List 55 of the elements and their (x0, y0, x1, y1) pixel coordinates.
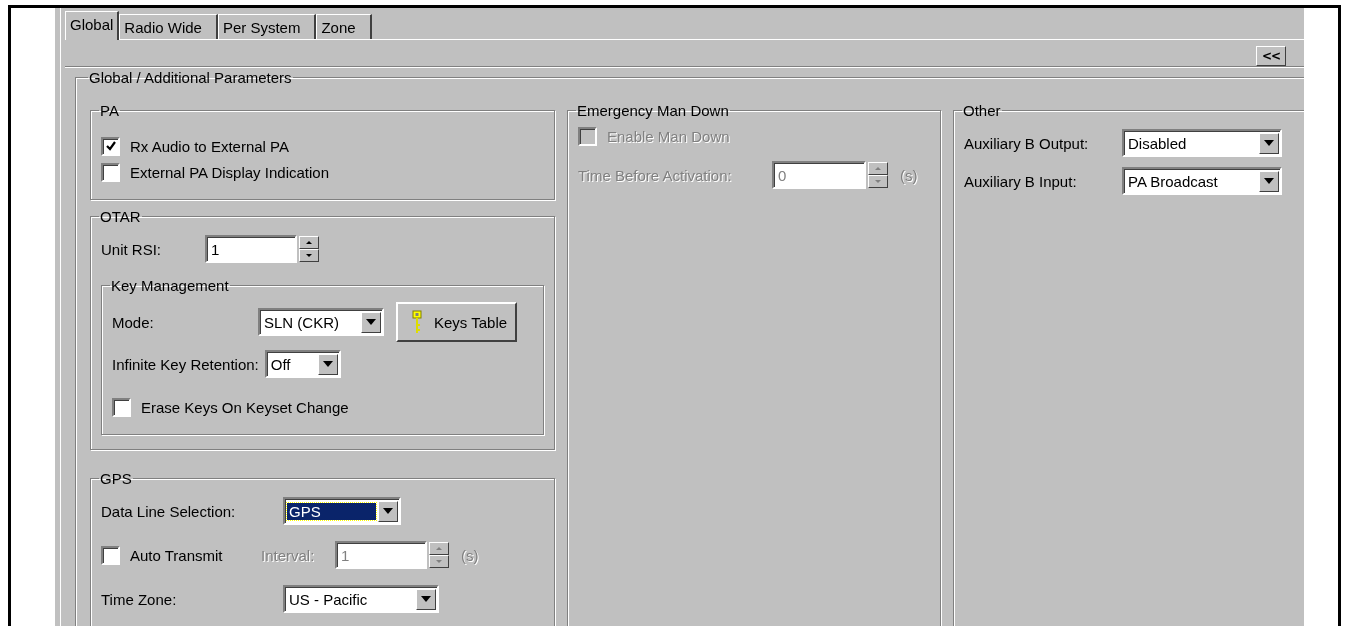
number-field[interactable]: 1 (205, 235, 297, 263)
dropdown[interactable]: PA Broadcast (1122, 167, 1282, 195)
dropdown-arrow-icon (322, 361, 333, 367)
field-label: Auxiliary B Output: (964, 134, 1090, 152)
spin-up-button[interactable] (299, 236, 319, 249)
up-arrow-icon (875, 167, 881, 170)
dropdown[interactable]: Off (264, 350, 341, 378)
field-label: Unit RSI: (101, 240, 162, 258)
collapse-button[interactable]: << (1255, 46, 1286, 66)
field-label: Time Zone: (101, 590, 178, 608)
check-mark-icon (105, 141, 116, 151)
group-title: Emergency Man Down (576, 102, 730, 119)
dropdown[interactable]: GPS (283, 497, 401, 525)
tab[interactable]: Radio Wide (119, 14, 218, 39)
key-icon (412, 310, 422, 334)
checkbox[interactable]: Auto Transmit (101, 542, 255, 568)
dropdown-arrow-icon (1264, 140, 1274, 146)
down-arrow-icon (875, 180, 881, 183)
dropdown[interactable]: US - Pacific (283, 585, 439, 613)
group-title: Key Management (110, 277, 230, 294)
checkbox[interactable]: Rx Audio to External PA (101, 133, 544, 159)
dropdown[interactable]: SLN (CKR) (258, 308, 384, 336)
field-label: Infinite Key Retention: (112, 355, 259, 373)
spin-down-button[interactable] (429, 555, 449, 568)
group-title: PA (99, 102, 120, 119)
unit-label: (s) (900, 166, 918, 184)
keys-table-button[interactable]: Keys Table (396, 302, 518, 342)
up-arrow-icon (436, 547, 442, 550)
spin-up-button[interactable] (429, 542, 449, 555)
field-label: Data Line Selection: (101, 502, 237, 520)
tab[interactable]: Zone (316, 14, 372, 39)
spin-down-button[interactable] (299, 249, 319, 262)
group-title: Global / Additional Parameters (88, 69, 293, 86)
field-label: Time Before Activation: (578, 166, 733, 184)
field-label: Auxiliary B Input: (964, 172, 1078, 190)
spin-down-button[interactable] (868, 175, 888, 188)
dropdown-arrow-icon (366, 319, 376, 325)
group-title: GPS (99, 470, 133, 487)
spin-up-button[interactable] (868, 162, 888, 175)
down-arrow-icon (436, 560, 442, 563)
dropdown-arrow-icon (1264, 178, 1274, 184)
checkbox[interactable]: External PA Display Indication (101, 159, 544, 185)
up-arrow-icon (306, 241, 312, 244)
group-title: Other (962, 102, 1002, 119)
tab[interactable]: Per System (217, 14, 317, 39)
checkbox[interactable]: Erase Keys On Keyset Change (112, 394, 533, 420)
dropdown-arrow-icon (421, 596, 431, 602)
field-label: Mode: (112, 313, 155, 331)
dropdown-arrow-icon (383, 508, 393, 514)
dropdown[interactable]: Disabled (1122, 129, 1282, 157)
field-label: Interval: (261, 546, 316, 564)
tab[interactable]: Global (65, 11, 120, 40)
group-title: OTAR (99, 208, 142, 225)
down-arrow-icon (306, 254, 312, 257)
unit-label: (s) (461, 546, 479, 564)
